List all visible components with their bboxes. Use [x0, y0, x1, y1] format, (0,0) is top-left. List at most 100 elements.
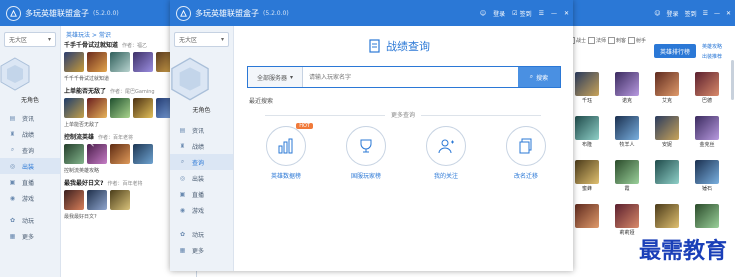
- query-rename[interactable]: 改名迁移: [496, 126, 556, 180]
- checkin-icon[interactable]: ☑: [512, 10, 517, 17]
- user-icon[interactable]: ☺: [654, 10, 660, 17]
- nav-label: 资讯: [192, 127, 205, 135]
- region-select[interactable]: 无大区 ▾: [174, 32, 229, 47]
- hero-card[interactable]: 千珏: [574, 72, 600, 104]
- no-hero-label: 无角色: [20, 97, 39, 104]
- page-title-text: 战绩查询: [386, 40, 430, 53]
- menu-icon[interactable]: ☰: [703, 10, 708, 17]
- filter-checkbox[interactable]: 刺客: [608, 30, 626, 50]
- hero-card[interactable]: 锤石: [694, 160, 720, 192]
- user-icon[interactable]: ☺: [480, 10, 486, 17]
- hero-name: 艾克: [661, 98, 672, 104]
- close-icon[interactable]: ✕: [564, 10, 569, 17]
- filter-label: 法师: [596, 37, 607, 44]
- sign-in-link[interactable]: 签到: [685, 9, 697, 18]
- app-logo-icon: [6, 5, 21, 21]
- menu-icon[interactable]: ☰: [539, 10, 544, 17]
- guide-link[interactable]: 英雄攻略: [702, 42, 732, 52]
- filter-checkbox[interactable]: 法师: [588, 30, 606, 50]
- nav-record[interactable]: ♜ 战绩: [0, 126, 60, 142]
- hero-card[interactable]: 艾克: [654, 72, 680, 104]
- left-window: 多玩英雄联盟盒子 (5.2.0.0) 无大区 ▾ 无角色 ▤ 资讯 ♜ 战绩 ⌕ 查询…: [0, 0, 197, 277]
- hero-card[interactable]: 霞: [614, 160, 640, 192]
- side-links: 英雄攻略 出装推荐: [702, 42, 732, 62]
- article-title[interactable]: 千手千骨试过就知道: [64, 42, 118, 49]
- nav-news[interactable]: ▤ 资讯: [170, 122, 233, 138]
- nav-more[interactable]: ▦ 更多: [170, 242, 233, 258]
- item-thumbnail: [133, 98, 153, 118]
- nav-activity[interactable]: ✿ 动玩: [0, 212, 60, 228]
- user-add-icon: [438, 139, 454, 154]
- article-title[interactable]: 最我最好日文?: [64, 180, 103, 187]
- hero-card[interactable]: 诺克: [614, 72, 640, 104]
- nav-record[interactable]: ♜ 战绩: [170, 138, 233, 154]
- app-version: (5.2.0.0): [93, 9, 119, 17]
- region-select[interactable]: 无大区 ▾: [4, 32, 56, 47]
- article-title[interactable]: 上单能否无敌了: [64, 88, 106, 95]
- hero-rank-button[interactable]: 英雄排行榜: [654, 44, 696, 58]
- query-my-follow[interactable]: 我的关注: [416, 126, 476, 180]
- hero-card[interactable]: [574, 204, 600, 229]
- hero-card[interactable]: 布隆: [574, 116, 600, 148]
- query-player-rank[interactable]: 国服玩家榜: [336, 126, 396, 180]
- hero-card[interactable]: 金克丝: [694, 116, 720, 148]
- hero-card[interactable]: [654, 204, 680, 229]
- hero-card[interactable]: 牧羊人: [614, 116, 640, 148]
- hero-card[interactable]: 巴德: [694, 72, 720, 104]
- nav-live[interactable]: ▣ 直播: [0, 174, 60, 190]
- nav-activity[interactable]: ✿ 动玩: [170, 226, 233, 242]
- hero-card[interactable]: [694, 204, 720, 229]
- minimize-icon[interactable]: —: [551, 10, 557, 17]
- login-link[interactable]: 登录: [493, 9, 505, 18]
- middle-sidebar: 无大区 ▾ 无角色 ▤ 资讯 ♜ 战绩 ⌕ 查询 ◎ 出装 ▣ 直播 ◉ 游戏 ✿ 动玩 ▦ 更…: [170, 26, 234, 271]
- nav-query[interactable]: ⌕ 查询: [0, 142, 60, 158]
- region-label: 无大区: [179, 37, 198, 44]
- avatar[interactable]: [0, 57, 30, 91]
- left-sidebar: 无大区 ▾ 无角色 ▤ 资讯 ♜ 战绩 ⌕ 查询 ◎ 出装 ▣ 直播 ◉ 游戏 ✿ 动玩 ▦ 更…: [0, 26, 61, 277]
- query-hero-data[interactable]: HOT 英雄数据榜: [256, 123, 316, 180]
- query-circle[interactable]: [506, 126, 546, 166]
- hero-card[interactable]: 蜜蜂: [574, 160, 600, 192]
- prev-arrow-icon[interactable]: ‹: [88, 132, 95, 153]
- query-circle[interactable]: [426, 126, 466, 166]
- hero-portrait: [695, 204, 719, 228]
- hero-name: 诺克: [621, 98, 632, 104]
- avatar[interactable]: [170, 57, 210, 101]
- nav-label: 游戏: [22, 195, 35, 203]
- item-thumbnail: [133, 144, 153, 164]
- nav-query[interactable]: ⌕ 查询: [170, 154, 233, 170]
- hero-portrait: [655, 72, 679, 96]
- gamepad-icon: ◉: [9, 194, 16, 202]
- item-thumbnail: [64, 98, 84, 118]
- hero-card[interactable]: [654, 160, 680, 185]
- nav-game[interactable]: ◉ 游戏: [0, 190, 60, 206]
- filter-checkbox[interactable]: 射手: [628, 30, 646, 50]
- scrollbar[interactable]: [731, 60, 734, 100]
- query-circle[interactable]: [346, 126, 386, 166]
- item-thumbnail: [87, 190, 107, 210]
- close-icon[interactable]: ✕: [726, 10, 731, 17]
- nav-label: 更多: [22, 233, 35, 241]
- hero-name: 蜜蜂: [581, 186, 592, 192]
- minimize-icon[interactable]: —: [714, 10, 720, 17]
- query-circle[interactable]: HOT: [266, 123, 313, 166]
- login-link[interactable]: 登录: [667, 9, 679, 18]
- equip-link[interactable]: 出装推荐: [702, 52, 732, 62]
- nav-live[interactable]: ▣ 直播: [170, 186, 233, 202]
- hero-card[interactable]: 莉莉娅: [614, 204, 640, 236]
- player-search-input[interactable]: [303, 67, 518, 87]
- next-arrow-icon[interactable]: ›: [650, 132, 657, 153]
- search-button[interactable]: ⌕ 搜索: [518, 67, 560, 87]
- hero-portrait: [575, 116, 599, 140]
- nav-equip[interactable]: ◎ 出装: [170, 170, 233, 186]
- left-titlebar: 多玩英雄联盟盒子 (5.2.0.0): [0, 0, 196, 26]
- nav-more[interactable]: ▦ 更多: [0, 228, 60, 244]
- server-select[interactable]: 全部服务器 ▾: [248, 67, 303, 87]
- hero-card[interactable]: 安妮: [654, 116, 680, 148]
- sign-in-link[interactable]: 签到: [520, 9, 532, 18]
- server-label: 全部服务器: [256, 74, 287, 82]
- nav-equip[interactable]: ◎ 出装: [0, 158, 60, 174]
- nav-news[interactable]: ▤ 资讯: [0, 110, 60, 126]
- nav-game[interactable]: ◉ 游戏: [170, 202, 233, 218]
- document-stack-icon: [519, 138, 532, 154]
